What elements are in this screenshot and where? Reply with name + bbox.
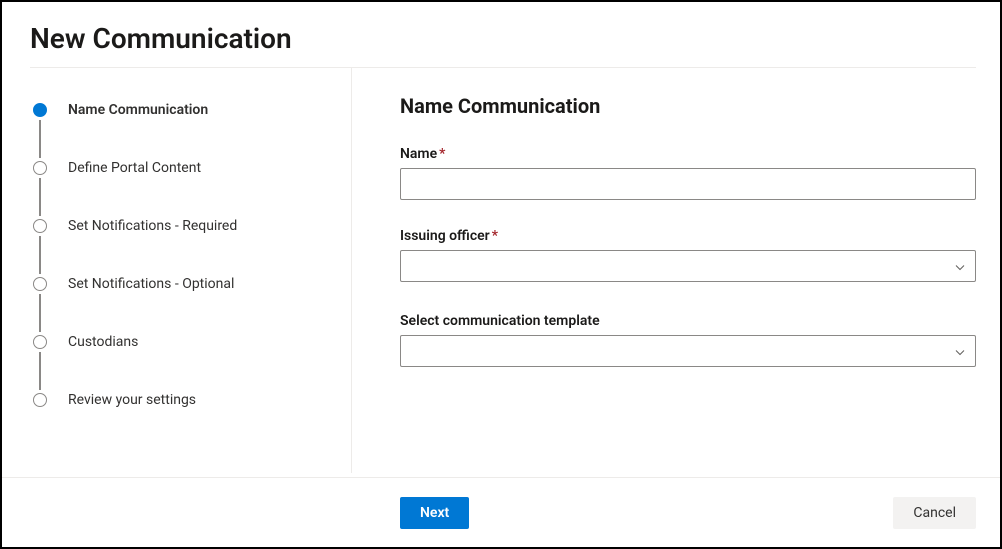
step-label: Define Portal Content (68, 160, 201, 176)
wizard-steps: Name Communication Define Portal Content… (2, 68, 352, 473)
content-area: Name Communication Define Portal Content… (2, 68, 1000, 473)
step-review-settings[interactable]: Review your settings (30, 390, 351, 410)
step-connector (30, 294, 50, 332)
step-custodians[interactable]: Custodians (30, 332, 351, 352)
step-set-notifications-optional[interactable]: Set Notifications - Optional (30, 274, 351, 294)
step-indicator (30, 161, 50, 175)
step-connector (30, 352, 50, 390)
step-indicator (30, 103, 50, 117)
required-asterisk: * (439, 146, 445, 162)
step-name-communication[interactable]: Name Communication (30, 100, 351, 120)
next-button[interactable]: Next (400, 497, 469, 529)
step-define-portal-content[interactable]: Define Portal Content (30, 158, 351, 178)
name-label: Name* (400, 146, 976, 162)
step-set-notifications-required[interactable]: Set Notifications - Required (30, 216, 351, 236)
form-panel: Name Communication Name* Issuing officer… (352, 68, 1000, 473)
page-title: New Communication (2, 2, 1000, 67)
issuing-officer-select[interactable] (400, 250, 976, 282)
issuing-officer-field: Issuing officer* (400, 228, 976, 285)
name-field: Name* (400, 146, 976, 200)
step-connector (30, 120, 50, 158)
step-indicator (30, 335, 50, 349)
template-select[interactable] (400, 335, 976, 367)
step-label: Custodians (68, 334, 138, 350)
step-indicator (30, 219, 50, 233)
step-label: Review your settings (68, 392, 196, 408)
required-asterisk: * (492, 228, 498, 244)
form-title: Name Communication (400, 94, 976, 118)
template-label: Select communication template (400, 313, 976, 329)
step-indicator (30, 393, 50, 407)
name-input[interactable] (400, 168, 976, 200)
step-indicator (30, 277, 50, 291)
cancel-button[interactable]: Cancel (893, 497, 976, 529)
footer: Next Cancel (2, 477, 1000, 547)
issuing-officer-label: Issuing officer* (400, 228, 976, 244)
step-connector (30, 236, 50, 274)
step-label: Name Communication (68, 102, 208, 118)
step-connector (30, 178, 50, 216)
template-field: Select communication template (400, 313, 976, 370)
step-label: Set Notifications - Required (68, 218, 237, 234)
step-label: Set Notifications - Optional (68, 276, 234, 292)
